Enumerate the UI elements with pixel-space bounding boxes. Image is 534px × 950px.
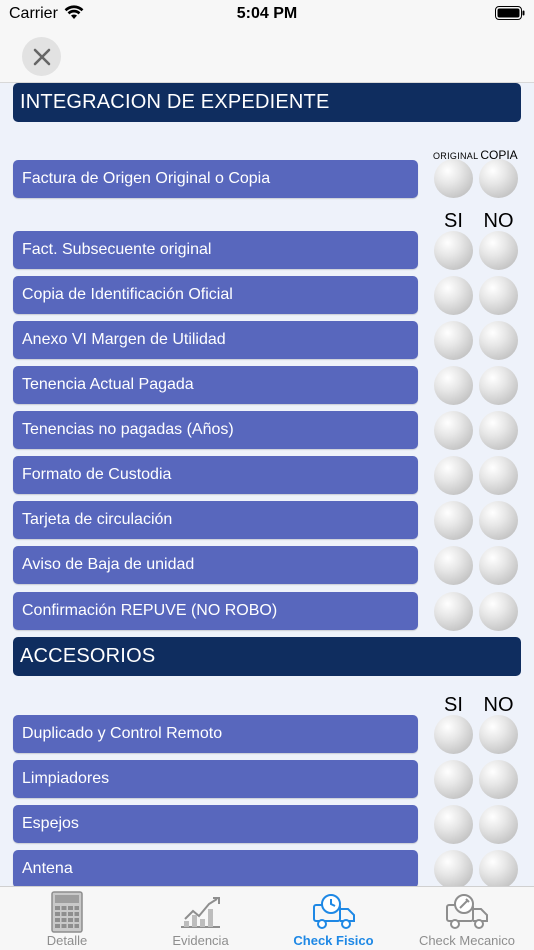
radio-no-tenencias-no-pagadas[interactable] (479, 411, 518, 450)
truck-wrench-icon (446, 894, 488, 929)
item-aviso-baja: Aviso de Baja de unidad (13, 546, 418, 584)
item-tenencias-no-pagadas: Tenencias no pagadas (Años) (13, 411, 418, 449)
clock: 5:04 PM (236, 5, 298, 22)
column-label-si-accesorios: SI (444, 694, 463, 716)
radio-no-aviso-baja[interactable] (479, 546, 518, 585)
column-label-si: SI (444, 210, 463, 232)
item-tarjeta-circulacion: Tarjeta de circulación (13, 501, 418, 539)
radio-no-espejos[interactable] (479, 805, 518, 844)
section-header-accesorios: ACCESORIOS (13, 637, 521, 676)
radio-no-copia-identificacion[interactable] (479, 276, 518, 315)
truck-check-icon (313, 894, 355, 929)
radio-si-limpiadores[interactable] (434, 760, 473, 799)
tab-bar: Detalle Evidencia Check Fisico Check Mec… (0, 886, 534, 950)
navigation-bar (0, 30, 534, 83)
calculator-icon (51, 891, 83, 933)
close-icon (33, 48, 50, 65)
tab-label-check-fisico: Check Fisico (293, 933, 374, 948)
radio-si-anexo-vi[interactable] (434, 321, 473, 360)
item-limpiadores: Limpiadores (13, 760, 418, 798)
radio-si-aviso-baja[interactable] (434, 546, 473, 585)
radio-no-tarjeta-circulacion[interactable] (479, 501, 518, 540)
radio-si-tenencia-actual[interactable] (434, 366, 473, 405)
radio-no-anexo-vi[interactable] (479, 321, 518, 360)
item-formato-custodia: Formato de Custodia (13, 456, 418, 494)
item-espejos: Espejos (13, 805, 418, 843)
radio-si-formato-custodia[interactable] (434, 456, 473, 495)
radio-si-tenencias-no-pagadas[interactable] (434, 411, 473, 450)
tab-label-detalle: Detalle (46, 933, 88, 948)
radio-no-confirmacion-repuve[interactable] (479, 592, 518, 631)
item-duplicado-control: Duplicado y Control Remoto (13, 715, 418, 753)
tab-label-evidencia: Evidencia (172, 933, 229, 948)
radio-si-fact-subsecuente[interactable] (434, 231, 473, 270)
column-label-no-accesorios: NO (483, 694, 514, 716)
item-fact-subsecuente: Fact. Subsecuente original (13, 231, 418, 269)
item-tenencia-actual: Tenencia Actual Pagada (13, 366, 418, 404)
radio-no-fact-subsecuente[interactable] (479, 231, 518, 270)
checklist-scroll-view[interactable]: INTEGRACION DE EXPEDIENTE ORIGINAL COPIA… (0, 83, 534, 886)
tab-check-fisico[interactable]: Check Fisico (267, 887, 400, 950)
radio-original-factura-origen[interactable] (434, 159, 473, 198)
radio-copia-factura-origen[interactable] (479, 159, 518, 198)
section-header-expediente: INTEGRACION DE EXPEDIENTE (13, 83, 521, 122)
close-button[interactable] (22, 37, 61, 76)
item-copia-identificacion: Copia de Identificación Oficial (13, 276, 418, 314)
radio-no-antena[interactable] (479, 850, 518, 886)
radio-si-tarjeta-circulacion[interactable] (434, 501, 473, 540)
item-factura-origen: Factura de Origen Original o Copia (13, 160, 418, 198)
status-bar: Carrier 5:04 PM (0, 0, 534, 30)
radio-si-espejos[interactable] (434, 805, 473, 844)
tab-detalle[interactable]: Detalle (0, 887, 134, 950)
column-label-no: NO (483, 210, 514, 232)
radio-no-limpiadores[interactable] (479, 760, 518, 799)
radio-si-antena[interactable] (434, 850, 473, 886)
radio-si-duplicado-control[interactable] (434, 715, 473, 754)
radio-si-confirmacion-repuve[interactable] (434, 592, 473, 631)
battery-icon (495, 6, 525, 20)
tab-label-check-mecanico: Check Mecanico (418, 933, 516, 948)
tab-check-mecanico[interactable]: Check Mecanico (400, 887, 534, 950)
radio-si-copia-identificacion[interactable] (434, 276, 473, 315)
item-confirmacion-repuve: Confirmación REPUVE (NO ROBO) (13, 592, 418, 630)
radio-no-formato-custodia[interactable] (479, 456, 518, 495)
chart-icon (181, 897, 220, 928)
radio-no-tenencia-actual[interactable] (479, 366, 518, 405)
item-antena: Antena (13, 850, 418, 886)
radio-no-duplicado-control[interactable] (479, 715, 518, 754)
item-anexo-vi: Anexo VI Margen de Utilidad (13, 321, 418, 359)
tab-evidencia[interactable]: Evidencia (134, 887, 267, 950)
